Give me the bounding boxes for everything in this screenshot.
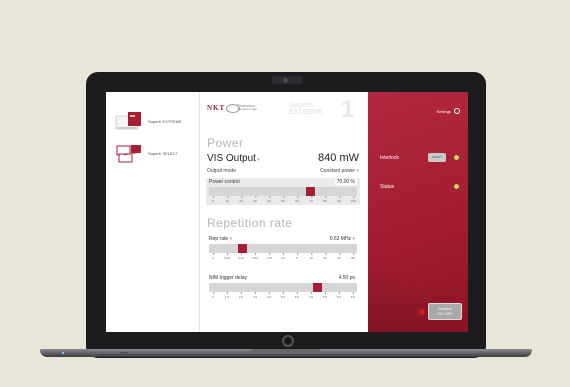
nkt-logo: NKT — [207, 104, 241, 113]
device-name: SuperK SELECT — [148, 150, 179, 156]
slider-tick-label: 5.5 — [280, 292, 286, 299]
camera-icon — [283, 78, 288, 83]
superk-select-device-icon — [114, 142, 144, 164]
repetition-rate-section-title: Repetition rate — [207, 216, 293, 230]
device-item-superk-extreme[interactable]: SuperK EXTREME — [114, 110, 182, 132]
slider-tick-label: 0 — [212, 253, 214, 260]
interlock-reset-button[interactable]: RESET — [428, 153, 446, 162]
device-sidebar: SuperK EXTREME SuperK SELECT — [106, 92, 200, 332]
laptop-led — [62, 352, 64, 354]
power-control-panel: Power control 70.00 % 0 10 20 30 40 50 60 70 80 9… — [206, 178, 360, 205]
nim-trigger-slider[interactable] — [209, 283, 357, 292]
logo-subtitle: Photonics The power of light — [237, 103, 257, 112]
rep-rate-ticks: 0 0.16 0.31 0.63 1.25 2.5 5 10 20 40 80 — [209, 253, 357, 262]
slider-tick-label: 0.16 — [224, 253, 230, 260]
nim-trigger-label: NIM trigger delay — [209, 275, 248, 281]
device-name: SuperK EXTREME — [148, 118, 182, 124]
settings-label: Settings — [436, 108, 451, 114]
slider-tick-label: 80 — [351, 253, 355, 260]
output-mode-dropdown[interactable]: Constant power ▾ — [320, 168, 359, 174]
slider-tick-label: 2.5 — [280, 253, 286, 260]
slider-tick-label: 90 — [337, 196, 341, 203]
slider-tick-label: 0.63 — [252, 253, 258, 260]
slider-tick-label: 1.5 — [224, 292, 230, 299]
nim-trigger-slider-thumb[interactable] — [313, 283, 323, 292]
power-control-slider[interactable] — [209, 187, 357, 196]
power-control-ticks: 0 10 20 30 40 50 60 70 80 90 100 — [209, 196, 357, 205]
slider-tick-label: 6.0 — [350, 292, 356, 299]
rep-rate-panel: Rep rate ▾ 0.63 MHz ▾ 0 0.16 0.31 0.63 1.25 2… — [206, 235, 360, 262]
vis-output-value: 840 mW — [318, 152, 359, 164]
slider-tick-label: 5.5 — [336, 292, 342, 299]
interlock-status-led — [454, 155, 459, 160]
slider-tick-label: 4.5 — [308, 292, 314, 299]
slider-tick-label: 5 — [296, 253, 298, 260]
slider-tick-label: 40 — [267, 196, 271, 203]
nim-trigger-panel: NIM trigger delay 4.50 ps 0 1.5 2.5 3.5 4.5 5… — [206, 274, 360, 301]
emission-led — [419, 309, 425, 315]
gear-icon — [454, 108, 460, 114]
slider-tick-label: 40 — [337, 253, 341, 260]
nim-trigger-value-input[interactable]: 4.50 ps — [336, 275, 357, 281]
product-watermark: SuperK EXTREME — [289, 102, 323, 116]
power-control-label: Power control — [209, 179, 240, 185]
slider-tick-label: 10 — [309, 253, 313, 260]
power-control-value-input[interactable]: 70.00 % — [334, 179, 357, 185]
settings-button[interactable]: Settings — [437, 108, 460, 114]
slider-tick-label: 50 — [281, 196, 285, 203]
slider-tick-label: 20 — [239, 196, 243, 203]
laptop-screen: SuperK EXTREME SuperK SELECT NKT Photoni… — [106, 92, 468, 332]
slider-tick-label: 20 — [323, 253, 327, 260]
output-mode-row: Output mode Constant power ▾ — [207, 168, 359, 174]
main-panel: NKT Photonics The power of light SuperK … — [201, 92, 368, 332]
rep-rate-slider-thumb[interactable] — [238, 244, 248, 253]
slider-tick-label: 100 — [350, 196, 356, 203]
status-panel: Settings Interlock RESET Status Emission… — [368, 92, 468, 332]
slider-tick-label: 4.5 — [266, 292, 272, 299]
nim-trigger-ticks: 0 1.5 2.5 3.5 4.5 5.5 6.0 4.5 5.5 5.5 6.0 — [209, 292, 357, 301]
rep-rate-value[interactable]: 0.63 MHz ▾ — [327, 236, 357, 242]
rep-rate-dropdown[interactable]: Rep rate ▾ — [209, 236, 232, 242]
output-mode-label: Output mode — [207, 168, 236, 174]
rep-rate-slider[interactable] — [209, 244, 357, 253]
vis-output-dropdown[interactable]: VIS Output ▾ — [207, 153, 260, 164]
status-label: Status — [380, 184, 395, 190]
slider-tick-label: 1.25 — [266, 253, 272, 260]
power-control-slider-thumb[interactable] — [306, 187, 316, 196]
slider-tick-label: 10 — [225, 196, 229, 203]
slider-tick-label: 70 — [309, 196, 313, 203]
slider-tick-label: 60 — [295, 196, 299, 203]
slider-tick-label: 5.5 — [322, 292, 328, 299]
status-led — [454, 184, 459, 189]
slider-tick-label: 3.5 — [252, 292, 258, 299]
laptop-logo — [282, 335, 294, 347]
product-watermark-number: 1 — [341, 96, 355, 123]
device-item-superk-select[interactable]: SuperK SELECT — [114, 142, 178, 164]
slider-tick-label: 2.5 — [238, 292, 244, 299]
slider-tick-label: 0 — [212, 292, 214, 299]
laptop-base-notch — [252, 349, 320, 352]
power-section-title: Power — [207, 136, 244, 150]
laptop-ports — [120, 352, 128, 354]
interlock-label: Interlock — [380, 155, 399, 161]
vis-output-row: VIS Output ▾ 840 mW — [207, 152, 359, 164]
slider-tick-label: 0 — [212, 196, 214, 203]
slider-tick-label: 6.0 — [294, 292, 300, 299]
slider-tick-label: 0.31 — [238, 253, 244, 260]
slider-tick-label: 30 — [253, 196, 257, 203]
superk-extreme-device-icon — [114, 110, 144, 132]
slider-tick-label: 80 — [323, 196, 327, 203]
emission-toggle-button[interactable]: Emission ON / OFF — [428, 303, 462, 320]
